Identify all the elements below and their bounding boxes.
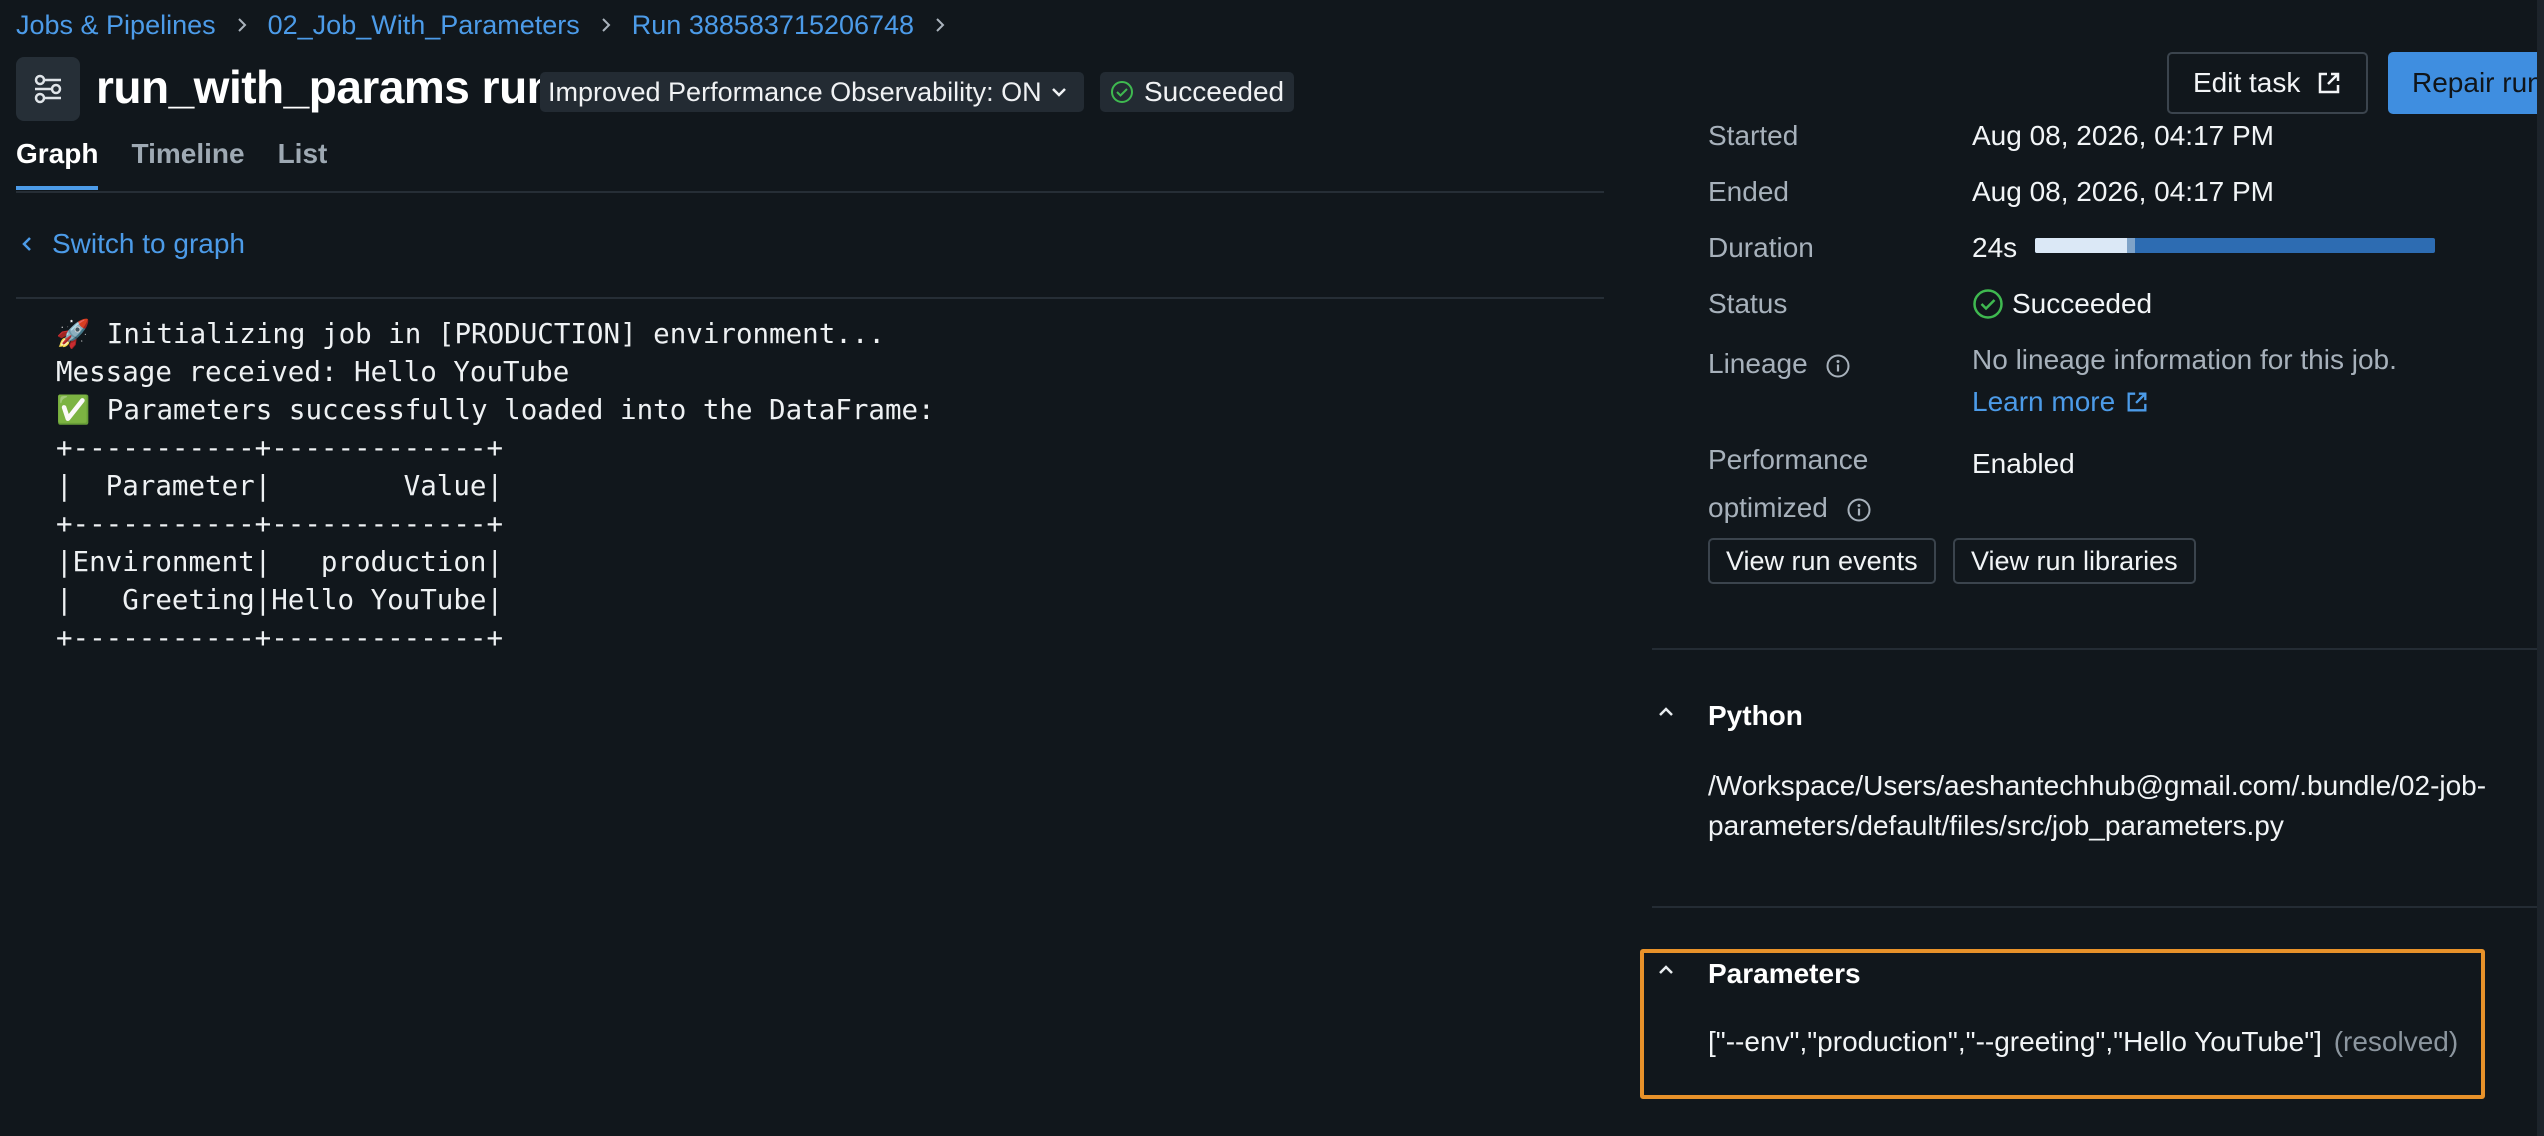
performance-observability-dropdown[interactable]: Improved Performance Observability: ON bbox=[540, 72, 1084, 112]
status-badge: Succeeded bbox=[1100, 72, 1295, 112]
lineage-label: Lineage bbox=[1708, 348, 1851, 380]
chevron-right-icon bbox=[234, 17, 250, 33]
page-title: run_with_params run bbox=[96, 61, 555, 113]
switch-to-graph-link[interactable]: Switch to graph bbox=[20, 228, 245, 260]
external-link-icon bbox=[2319, 72, 2340, 94]
started-value: Aug 08, 2026, 04:17 PM bbox=[1972, 120, 2274, 151]
duration-bar-phase-2 bbox=[2127, 238, 2135, 253]
repair-run-button[interactable]: Repair run bbox=[2388, 52, 2544, 114]
workflow-icon bbox=[34, 74, 62, 104]
tab-graph[interactable]: Graph bbox=[16, 138, 99, 190]
view-run-events-button[interactable]: View run events bbox=[1708, 538, 1936, 584]
chevron-down-icon bbox=[1051, 88, 1066, 97]
learn-more-link[interactable]: Learn more bbox=[1972, 386, 2149, 418]
breadcrumb-jobs-pipelines[interactable]: Jobs & Pipelines bbox=[16, 10, 216, 41]
started-label: Started bbox=[1708, 120, 1799, 151]
status-label: Status bbox=[1708, 288, 1788, 319]
edit-task-button[interactable]: Edit task bbox=[2167, 52, 2369, 114]
duration-bar bbox=[2035, 238, 2435, 253]
parameters-resolved-suffix: (resolved) bbox=[2333, 1026, 2459, 1057]
info-icon[interactable] bbox=[1825, 353, 1851, 379]
python-divider bbox=[1652, 906, 2537, 908]
duration-bar-phase-1 bbox=[2035, 238, 2127, 253]
ended-label: Ended bbox=[1708, 176, 1789, 207]
chevron-up-icon[interactable] bbox=[1656, 704, 1676, 720]
tab-list[interactable]: List bbox=[278, 138, 328, 190]
tab-timeline[interactable]: Timeline bbox=[131, 138, 244, 190]
learn-more-label: Learn more bbox=[1972, 386, 2116, 417]
lineage-label-text: Lineage bbox=[1708, 348, 1808, 379]
task-actions: Edit task bbox=[2167, 52, 2369, 114]
switch-to-graph-label: Switch to graph bbox=[52, 228, 245, 259]
performance-optimized-label-line2: optimized bbox=[1708, 492, 1828, 523]
job-icon bbox=[16, 57, 80, 121]
status-badge-label: Succeeded bbox=[1144, 76, 1285, 107]
lineage-info-text: No lineage information for this job. bbox=[1972, 344, 2397, 375]
view-run-libraries-button[interactable]: View run libraries bbox=[1953, 538, 2196, 584]
edit-task-label: Edit task bbox=[2193, 67, 2301, 98]
parameters-section-title[interactable]: Parameters bbox=[1708, 958, 1861, 990]
chevron-right-icon bbox=[598, 17, 614, 33]
tabs-divider bbox=[16, 191, 1604, 193]
performance-observability-label: Improved Performance Observability: ON bbox=[548, 76, 1042, 107]
performance-optimized-label-line1: Performance bbox=[1708, 444, 1869, 475]
parameters-value: ["--env","production","--greeting","Hell… bbox=[1708, 1026, 2322, 1057]
external-link-icon bbox=[2127, 392, 2147, 412]
status-value: Succeeded bbox=[1972, 288, 2152, 320]
chevron-up-icon[interactable] bbox=[1656, 962, 1676, 978]
chevron-left-icon bbox=[22, 237, 31, 251]
performance-optimized-value: Enabled bbox=[1972, 448, 2075, 479]
parameters-value-row: ["--env","production","--greeting","Hell… bbox=[1708, 1026, 2458, 1058]
chevron-right-icon[interactable] bbox=[932, 17, 948, 33]
status-value-text: Succeeded bbox=[2012, 288, 2153, 319]
run-output-log: 🚀 Initializing job in [PRODUCTION] envir… bbox=[56, 318, 935, 654]
view-tabs: Graph Timeline List bbox=[16, 138, 360, 190]
python-file-path: /Workspace/Users/aeshantechhub@gmail.com… bbox=[1708, 770, 2487, 841]
breadcrumb: Jobs & Pipelines 02_Job_With_Parameters … bbox=[16, 6, 966, 44]
duration-label: Duration bbox=[1708, 232, 1814, 263]
check-circle-icon bbox=[1111, 81, 1133, 103]
details-divider bbox=[1652, 648, 2537, 650]
output-divider bbox=[16, 297, 1604, 299]
python-section-title[interactable]: Python bbox=[1708, 700, 1803, 732]
duration-value: 24s bbox=[1972, 232, 2018, 263]
breadcrumb-job[interactable]: 02_Job_With_Parameters bbox=[268, 10, 580, 41]
check-circle-icon bbox=[1973, 289, 2003, 319]
info-icon[interactable] bbox=[1846, 497, 1872, 523]
ended-value: Aug 08, 2026, 04:17 PM bbox=[1972, 176, 2274, 207]
breadcrumb-run[interactable]: Run 388583715206748 bbox=[632, 10, 914, 41]
performance-optimized-label: optimized bbox=[1708, 492, 1872, 524]
right-panel-scrollbar[interactable] bbox=[2537, 0, 2544, 1136]
